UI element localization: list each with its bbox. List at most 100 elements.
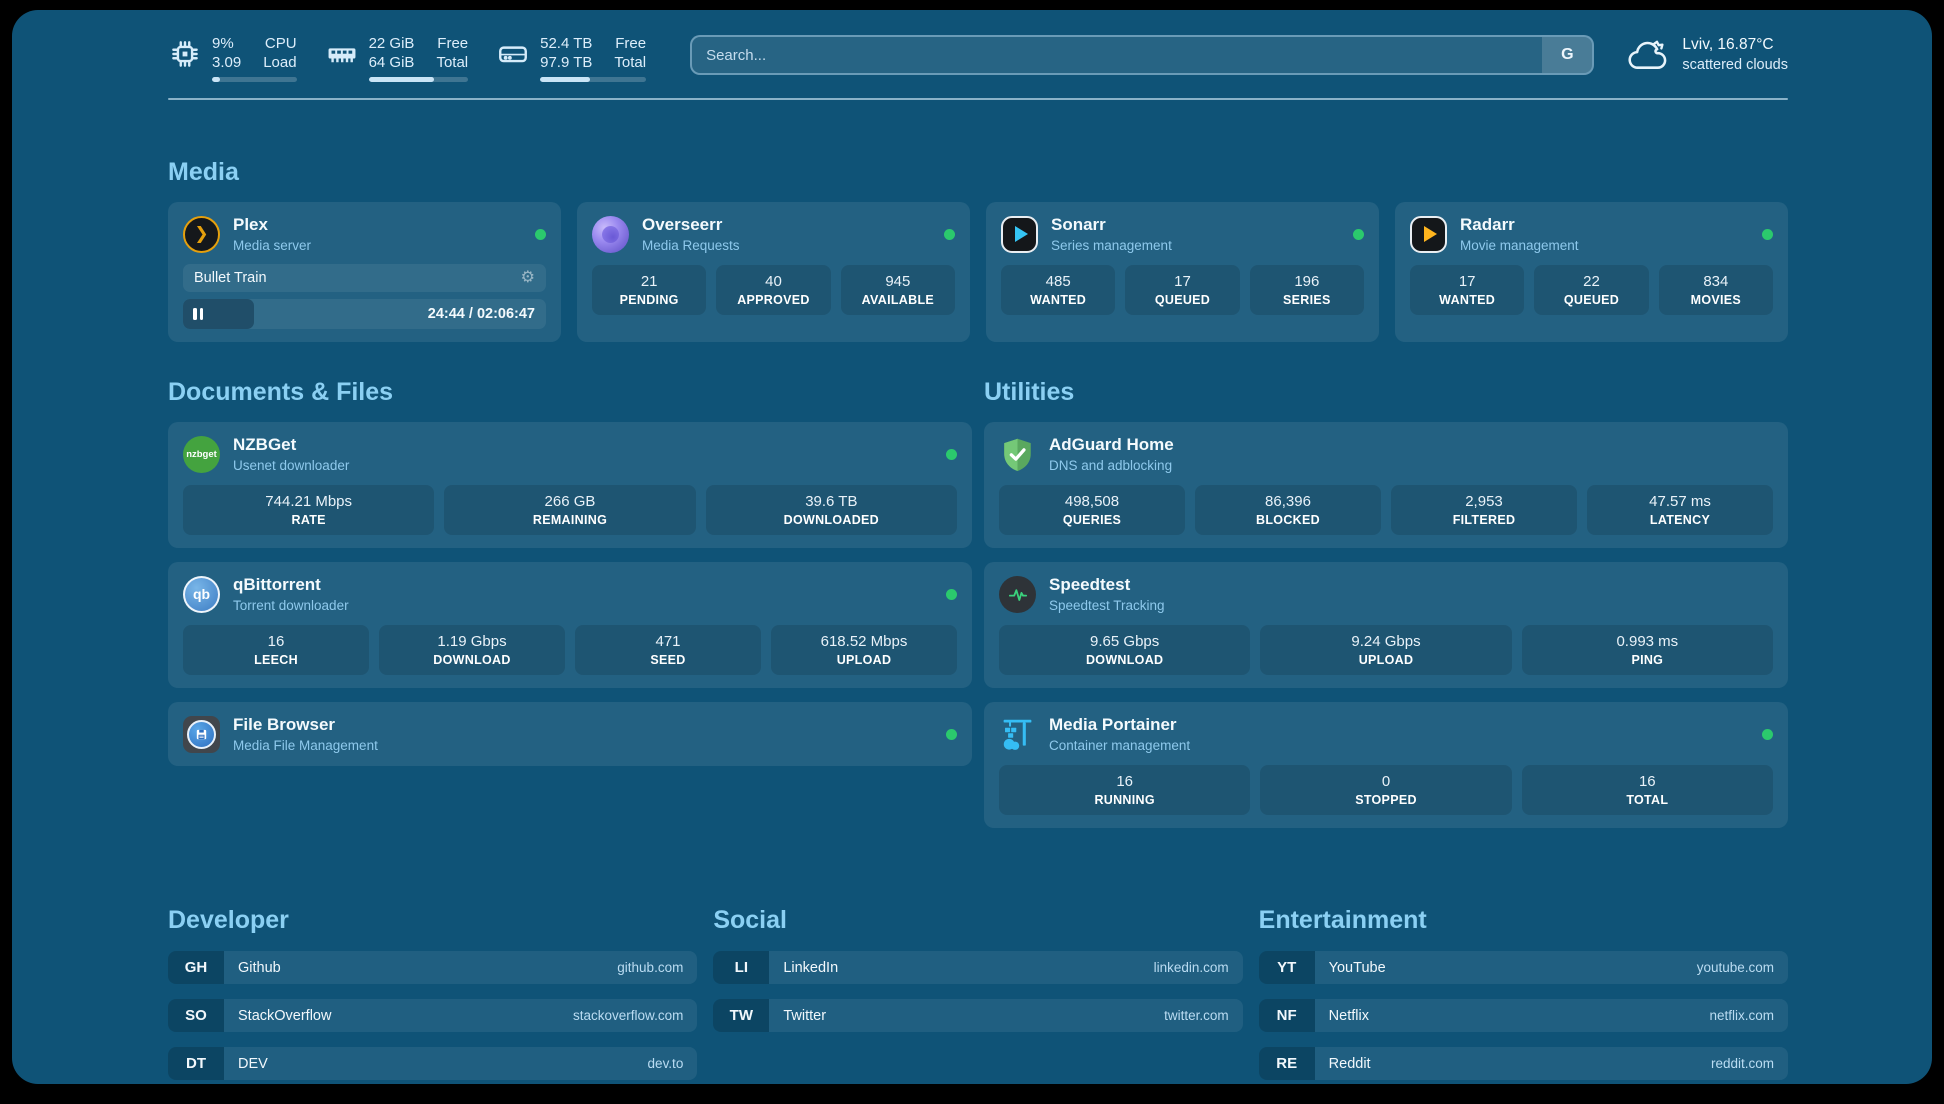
stat-value: 17 bbox=[1414, 273, 1520, 290]
app-description: Usenet downloader bbox=[233, 458, 349, 473]
stat-value: 40 bbox=[720, 273, 826, 290]
bookmark-reddit[interactable]: RE Reddit reddit.com bbox=[1259, 1047, 1788, 1080]
nzbget-icon: nzbget bbox=[183, 436, 220, 473]
app-description: Speedtest Tracking bbox=[1049, 598, 1165, 613]
disk-total-label: Total bbox=[614, 53, 646, 72]
stat-label: APPROVED bbox=[720, 293, 826, 307]
memory-total-label: Total bbox=[436, 53, 468, 72]
media-settings-icon[interactable] bbox=[521, 270, 535, 286]
disk-free-value: 52.4 TB bbox=[540, 34, 592, 53]
bookmark-youtube[interactable]: YT YouTube youtube.com bbox=[1259, 951, 1788, 984]
card-overseerr[interactable]: Overseerr Media Requests 21 PENDING 40 A… bbox=[577, 202, 970, 342]
app-name: Media Portainer bbox=[1049, 715, 1190, 735]
disk-icon bbox=[496, 37, 530, 71]
bookmark-netflix[interactable]: NF Netflix netflix.com bbox=[1259, 999, 1788, 1032]
stat-tile: 498,508 QUERIES bbox=[999, 485, 1185, 535]
stat-label: RATE bbox=[187, 513, 430, 527]
status-online-dot bbox=[946, 589, 957, 600]
app-name: qBittorrent bbox=[233, 575, 349, 595]
bookmark-url: reddit.com bbox=[1711, 1056, 1774, 1071]
bookmark-abbr: NF bbox=[1259, 999, 1315, 1032]
memory-metric: 22 GiB Free 64 GiB Total bbox=[325, 34, 469, 82]
bookmark-name: Reddit bbox=[1329, 1056, 1371, 1072]
stat-tile: 22 QUEUED bbox=[1534, 265, 1648, 315]
stat-label: UPLOAD bbox=[1264, 653, 1507, 667]
search-bar: G bbox=[690, 35, 1594, 75]
section-title-developer: Developer bbox=[168, 906, 697, 935]
card-filebrowser[interactable]: File Browser Media File Management bbox=[168, 702, 972, 766]
card-adguard[interactable]: AdGuard Home DNS and adblocking 498,508 … bbox=[984, 422, 1788, 548]
bookmark-linkedin[interactable]: LI LinkedIn linkedin.com bbox=[713, 951, 1242, 984]
bookmark-abbr: YT bbox=[1259, 951, 1315, 984]
stat-tile: 40 APPROVED bbox=[716, 265, 830, 315]
bookmark-abbr: DT bbox=[168, 1047, 224, 1080]
stat-label: QUEUED bbox=[1129, 293, 1235, 307]
stat-value: 618.52 Mbps bbox=[775, 633, 953, 650]
overseerr-icon bbox=[592, 216, 629, 253]
card-qbittorrent[interactable]: qb qBittorrent Torrent downloader 16 LEE… bbox=[168, 562, 972, 688]
stat-label: WANTED bbox=[1005, 293, 1111, 307]
stat-value: 196 bbox=[1254, 273, 1360, 290]
stat-label: PING bbox=[1526, 653, 1769, 667]
stat-label: MOVIES bbox=[1663, 293, 1769, 307]
card-speedtest[interactable]: Speedtest Speedtest Tracking 9.65 Gbps D… bbox=[984, 562, 1788, 688]
memory-free-label: Free bbox=[436, 34, 468, 53]
section-title-media: Media bbox=[168, 158, 1788, 187]
app-description: Media Requests bbox=[642, 238, 740, 253]
memory-usage-bar bbox=[369, 77, 469, 82]
stat-label: LATENCY bbox=[1591, 513, 1769, 527]
stat-label: FILTERED bbox=[1395, 513, 1573, 527]
stat-label: PENDING bbox=[596, 293, 702, 307]
stat-label: DOWNLOAD bbox=[383, 653, 561, 667]
stat-value: 471 bbox=[579, 633, 757, 650]
stat-value: 0 bbox=[1264, 773, 1507, 790]
now-playing-row: Bullet Train bbox=[183, 264, 546, 292]
status-online-dot bbox=[1353, 229, 1364, 240]
pause-icon[interactable] bbox=[193, 308, 203, 320]
media-grid: Plex Media server Bullet Train 24:44 / 0… bbox=[168, 202, 1788, 342]
now-playing-title: Bullet Train bbox=[194, 270, 267, 286]
stat-tile: 21 PENDING bbox=[592, 265, 706, 315]
app-name: NZBGet bbox=[233, 435, 349, 455]
bookmark-group-entertainment: Entertainment YT YouTube youtube.com NF … bbox=[1259, 906, 1788, 1084]
bookmark-name: Github bbox=[238, 960, 281, 976]
bookmark-name: Netflix bbox=[1329, 1008, 1369, 1024]
stat-tile: 2,953 FILTERED bbox=[1391, 485, 1577, 535]
bookmark-github[interactable]: GH Github github.com bbox=[168, 951, 697, 984]
stat-tile: 47.57 ms LATENCY bbox=[1587, 485, 1773, 535]
stat-tile: 834 MOVIES bbox=[1659, 265, 1773, 315]
stat-label: REMAINING bbox=[448, 513, 691, 527]
stat-label: STOPPED bbox=[1264, 793, 1507, 807]
status-online-dot bbox=[946, 449, 957, 460]
card-plex[interactable]: Plex Media server Bullet Train 24:44 / 0… bbox=[168, 202, 561, 342]
bookmark-url: twitter.com bbox=[1164, 1008, 1229, 1023]
app-name: Radarr bbox=[1460, 215, 1579, 235]
app-description: Torrent downloader bbox=[233, 598, 349, 613]
card-radarr[interactable]: Radarr Movie management 17 WANTED 22 QUE… bbox=[1395, 202, 1788, 342]
stat-value: 86,396 bbox=[1199, 493, 1377, 510]
card-nzbget[interactable]: nzbget NZBGet Usenet downloader 744.21 M… bbox=[168, 422, 972, 548]
cpu-usage-value: 9% bbox=[212, 34, 241, 53]
stat-label: RUNNING bbox=[1003, 793, 1246, 807]
playback-progress-bar[interactable]: 24:44 / 02:06:47 bbox=[183, 299, 546, 329]
card-portainer[interactable]: Media Portainer Container management 16 … bbox=[984, 702, 1788, 828]
bookmark-dev[interactable]: DT DEV dev.to bbox=[168, 1047, 697, 1080]
adguard-shield-icon bbox=[999, 436, 1036, 473]
top-bar: 9% CPU 3.09 Load 22 GiB Free bbox=[168, 34, 1788, 82]
stat-label: UPLOAD bbox=[775, 653, 953, 667]
ram-icon bbox=[325, 37, 359, 71]
app-description: Container management bbox=[1049, 738, 1190, 753]
stat-tile: 744.21 Mbps RATE bbox=[183, 485, 434, 535]
stat-tile: 618.52 Mbps UPLOAD bbox=[771, 625, 957, 675]
bookmark-twitter[interactable]: TW Twitter twitter.com bbox=[713, 999, 1242, 1032]
card-sonarr[interactable]: Sonarr Series management 485 WANTED 17 Q… bbox=[986, 202, 1379, 342]
stat-value: 16 bbox=[187, 633, 365, 650]
bookmark-url: netflix.com bbox=[1709, 1008, 1774, 1023]
app-name: Overseerr bbox=[642, 215, 740, 235]
stat-value: 2,953 bbox=[1395, 493, 1573, 510]
stat-tile: 945 AVAILABLE bbox=[841, 265, 955, 315]
bookmark-stackoverflow[interactable]: SO StackOverflow stackoverflow.com bbox=[168, 999, 697, 1032]
search-engine-button[interactable]: G bbox=[1542, 37, 1592, 73]
search-input[interactable] bbox=[692, 37, 1542, 73]
cpu-metric: 9% CPU 3.09 Load bbox=[168, 34, 297, 82]
